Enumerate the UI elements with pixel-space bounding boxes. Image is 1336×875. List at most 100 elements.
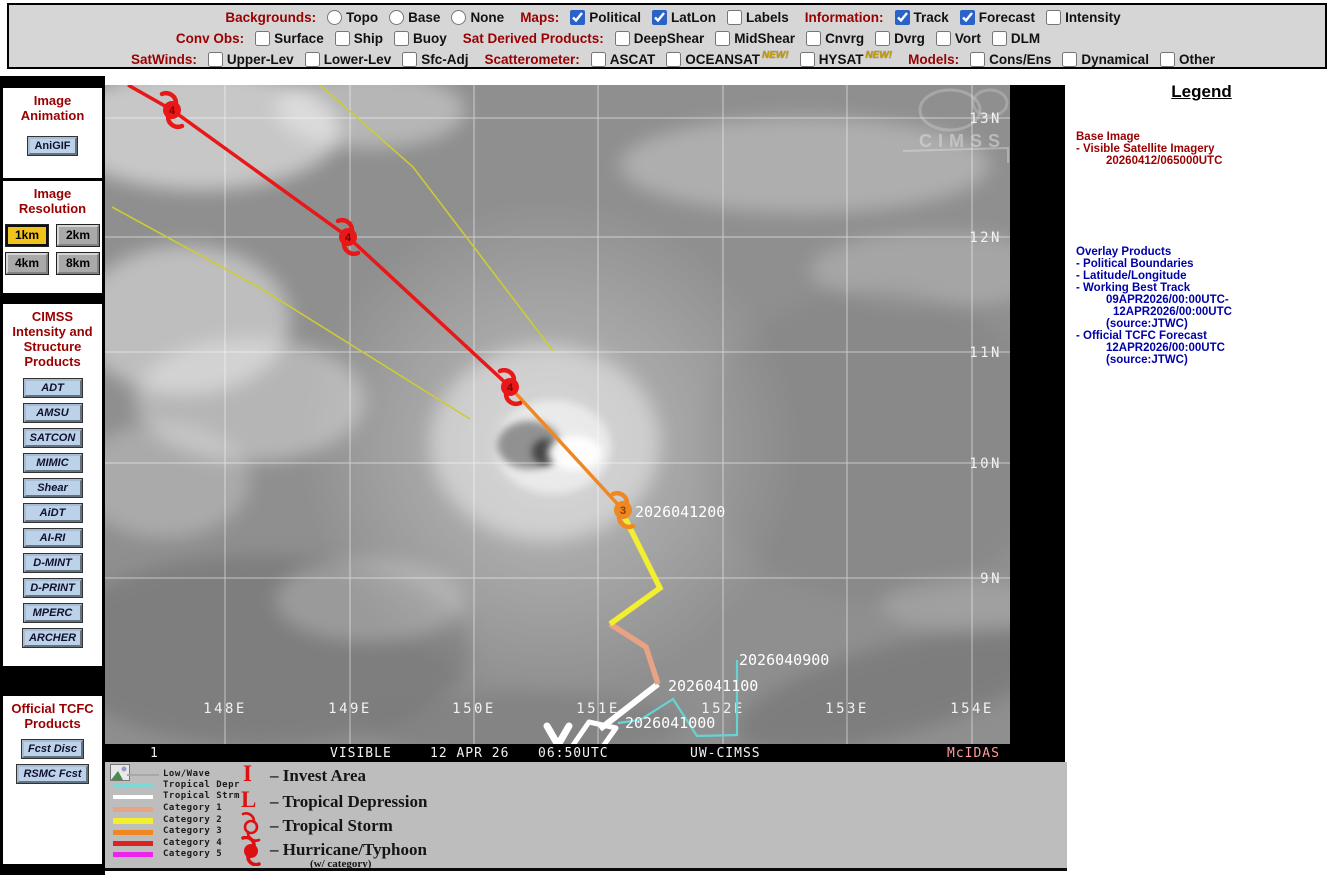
backgrounds-option-base: Base: [408, 10, 441, 25]
track-label: 2026040900: [739, 651, 829, 669]
aidt-button[interactable]: AiDT: [22, 503, 83, 523]
lon-label: 154E: [950, 701, 994, 717]
ai-ri-button[interactable]: AI-RI: [22, 528, 83, 548]
scatterometer-option-ascat: ASCAT: [609, 52, 656, 67]
overlay-line: 12APR2026/00:00UTC: [1113, 306, 1232, 318]
maps-option-labels: Labels: [745, 10, 789, 25]
track-label: 2026041100: [668, 677, 758, 695]
satwinds-checkbox-lowerlev[interactable]: [304, 52, 320, 67]
mperc-button[interactable]: MPERC: [22, 603, 83, 623]
maps-checkbox-labels[interactable]: [726, 10, 742, 25]
invest-area-label: – Invest Area: [270, 766, 367, 785]
scatterometer-option-hysat: HYSAT: [818, 52, 864, 67]
satderived-checkbox-midshear[interactable]: [715, 31, 731, 46]
mcidas-label: McIDAS: [947, 746, 1000, 761]
anigif-button[interactable]: AniGIF: [27, 136, 78, 156]
models-checkbox-consens[interactable]: [970, 52, 986, 67]
convobs-option-surface: Surface: [274, 31, 324, 46]
d-print-button[interactable]: D-PRINT: [22, 578, 83, 598]
swatch-label-category4: Category 4: [163, 838, 223, 848]
lat-label: 9N: [980, 571, 1002, 587]
overlay-line: - Political Boundaries: [1076, 258, 1194, 270]
convobs-option-buoy: Buoy: [412, 31, 447, 46]
d-mint-button[interactable]: D-MINT: [22, 553, 83, 573]
tropical-depression-label: – Tropical Depression: [270, 792, 428, 811]
invest-area-symbol: I: [243, 761, 252, 786]
resolution-button-1km[interactable]: 1km: [5, 224, 49, 247]
amsu-button[interactable]: AMSU: [22, 403, 83, 423]
line-swatch-low-wave: [127, 774, 159, 776]
resolution-button-8km[interactable]: 8km: [56, 252, 100, 275]
scatterometer-checkbox-hysat[interactable]: [799, 52, 815, 67]
backgrounds-radio-topo[interactable]: [327, 10, 343, 25]
information-option-intensity: Intensity: [1065, 10, 1121, 25]
track-label: 2026041000: [625, 714, 715, 732]
satwinds-checkbox-upperlev[interactable]: [207, 52, 223, 67]
satderived-option-vort: Vort: [954, 31, 981, 46]
convobs-checkbox-surface[interactable]: [255, 31, 271, 46]
satcon-button[interactable]: SATCON: [22, 428, 83, 448]
satwinds-option-lowerlev: Lower-Lev: [323, 52, 392, 67]
map-right-strip: [1010, 85, 1065, 762]
satderived-option-cnvrg: Cnvrg: [825, 31, 865, 46]
mimic-button[interactable]: MIMIC: [22, 453, 83, 473]
models-option-dynamical: Dynamical: [1081, 52, 1149, 67]
scatterometer-checkbox-oceansat[interactable]: [666, 52, 682, 67]
legend-title: Legend: [1171, 82, 1232, 101]
rsmc-fcst-button[interactable]: RSMC Fcst: [16, 764, 89, 784]
backgrounds-radio-base[interactable]: [389, 10, 405, 25]
mcidas-annotation-bar: 1 VISIBLE 12 APR 26 06:50UTC UW-CIMSS Mc…: [105, 744, 1065, 762]
image-resolution-title: Image Resolution: [18, 186, 87, 216]
image-resolution-panel: Image Resolution 1km 2km 4km 8km: [2, 180, 103, 294]
convobs-option-ship: Ship: [353, 31, 383, 46]
lat-label: 12N: [969, 230, 1002, 246]
scatterometer-checkbox-ascat[interactable]: [590, 52, 606, 67]
product-name: VISIBLE: [330, 746, 392, 761]
fcst-disc-button[interactable]: Fcst Disc: [21, 739, 84, 759]
maps-checkbox-latlon[interactable]: [651, 10, 667, 25]
satwinds-checkbox-sfcadj[interactable]: [402, 52, 418, 67]
backgrounds-label: Backgrounds:: [225, 10, 317, 25]
swatch-label-category5: Category 5: [163, 849, 223, 859]
shear-button[interactable]: Shear: [22, 478, 83, 498]
satderived-option-deepshear: DeepShear: [633, 31, 705, 46]
overlay-line: (source:JTWC): [1106, 354, 1188, 366]
information-checkbox-intensity[interactable]: [1046, 10, 1062, 25]
satderived-option-dvrg: Dvrg: [894, 31, 925, 46]
maps-checkbox-political[interactable]: [570, 10, 586, 25]
archer-button[interactable]: ARCHER: [21, 628, 84, 648]
convobs-checkbox-buoy[interactable]: [393, 31, 409, 46]
satderived-checkbox-dlm[interactable]: [991, 31, 1007, 46]
svg-text:4: 4: [169, 105, 176, 117]
satellite-map[interactable]: CIMSS 13N 12N 11N 10N 9N 148E 149E 150E …: [105, 85, 1065, 762]
satderived-option-midshear: MidShear: [734, 31, 796, 46]
models-checkbox-dynamical[interactable]: [1062, 52, 1078, 67]
swatch-label-category3: Category 3: [163, 826, 223, 836]
satderived-checkbox-vort[interactable]: [935, 31, 951, 46]
convobs-checkbox-ship[interactable]: [334, 31, 350, 46]
satwinds-option-upperlev: Upper-Lev: [226, 52, 294, 67]
information-checkbox-track[interactable]: [894, 10, 910, 25]
resolution-button-2km[interactable]: 2km: [56, 224, 100, 247]
org-name: UW-CIMSS: [690, 746, 761, 761]
lat-label: 11N: [969, 345, 1002, 361]
options-toolbar: Backgrounds: Topo Base None Maps: Politi…: [7, 3, 1327, 69]
overlay-line: (source:JTWC): [1106, 318, 1188, 330]
swatch-label-tropical-strm: Tropical Strm: [163, 791, 240, 801]
backgrounds-radio-none[interactable]: [451, 10, 467, 25]
satderived-checkbox-deepshear[interactable]: [614, 31, 630, 46]
adt-button[interactable]: ADT: [22, 378, 83, 398]
image-animation-panel: Image Animation AniGIF: [2, 87, 103, 179]
models-option-other: Other: [1178, 52, 1215, 67]
toolbar-row-3: SatWinds: Upper-Lev Lower-Lev Sfc-Adj Sc…: [9, 49, 1325, 70]
information-label: Information:: [804, 10, 884, 25]
models-checkbox-other[interactable]: [1159, 52, 1175, 67]
satellite-imagery: CIMSS 13N 12N 11N 10N 9N 148E 149E 150E …: [105, 85, 1010, 744]
convobs-label: Conv Obs:: [175, 31, 245, 46]
lon-label: 149E: [328, 701, 372, 717]
information-checkbox-forecast[interactable]: [959, 10, 975, 25]
satderived-checkbox-dvrg[interactable]: [875, 31, 891, 46]
resolution-button-4km[interactable]: 4km: [5, 252, 49, 275]
satellite-map-canvas: CIMSS 13N 12N 11N 10N 9N 148E 149E 150E …: [105, 85, 1065, 762]
satderived-checkbox-cnvrg[interactable]: [806, 31, 822, 46]
